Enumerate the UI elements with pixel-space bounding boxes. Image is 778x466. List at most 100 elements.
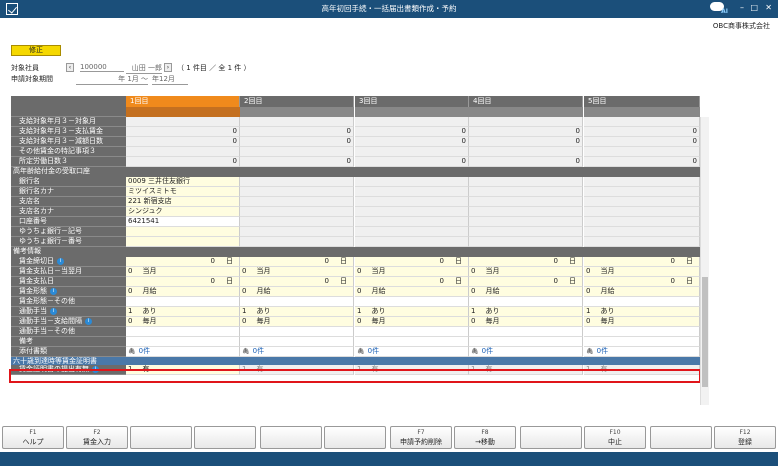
grid-cell[interactable] [240, 217, 354, 227]
column-header-1[interactable]: 1回目 [126, 96, 240, 107]
info-icon[interactable]: i [50, 288, 57, 295]
grid-cell[interactable] [126, 117, 240, 127]
grid-cell[interactable] [355, 337, 469, 347]
grid-cell[interactable]: 0 毎月 [355, 317, 469, 327]
grid-cell[interactable] [584, 237, 700, 247]
grid-cell[interactable]: 0 [469, 127, 583, 137]
grid-cell[interactable] [469, 327, 583, 337]
grid-cell[interactable]: 0 [355, 157, 469, 167]
grid-cell[interactable]: 0 [584, 137, 700, 147]
attachment-link[interactable]: 0件 [597, 347, 608, 355]
grid-cell[interactable] [240, 197, 354, 207]
column-header-5[interactable]: 5回目 [584, 96, 700, 107]
fkey-f10-button[interactable]: F10 中止 [584, 426, 646, 449]
grid-cell[interactable] [126, 297, 240, 307]
grid-cell[interactable]: 1 あり [355, 307, 469, 317]
grid-cell[interactable]: 0009 三井住友銀行 [126, 177, 240, 187]
fkey-empty-button[interactable] [520, 426, 582, 449]
fkey-f12-button[interactable]: F12 登録 [714, 426, 776, 449]
grid-cell[interactable] [584, 117, 700, 127]
column-header-2[interactable]: 2回目 [240, 96, 354, 107]
grid-cell[interactable]: 0日 [126, 257, 240, 267]
grid-cell[interactable]: 0 当月 [584, 267, 700, 277]
grid-cell[interactable]: 0 [469, 157, 583, 167]
grid-cell[interactable] [469, 297, 583, 307]
fkey-f7-button[interactable]: F7 申請予約削除 [390, 426, 452, 449]
maximize-icon[interactable]: □ [750, 3, 758, 12]
fkey-empty-button[interactable] [260, 426, 322, 449]
grid-cell[interactable]: シンジュク [126, 207, 240, 217]
grid-cell[interactable]: 0 [355, 127, 469, 137]
grid-cell[interactable] [240, 237, 354, 247]
grid-cell[interactable] [240, 227, 354, 237]
close-icon[interactable]: ✕ [765, 3, 772, 12]
grid-cell[interactable] [126, 327, 240, 337]
grid-cell[interactable] [584, 177, 700, 187]
attachment-link[interactable]: 0件 [253, 347, 264, 355]
grid-cell[interactable] [126, 337, 240, 347]
employee-code[interactable]: 100000 [80, 63, 124, 72]
grid-cell[interactable] [355, 217, 469, 227]
grid-cell[interactable] [469, 337, 583, 347]
grid-cell[interactable] [584, 227, 700, 237]
grid-cell[interactable] [584, 297, 700, 307]
grid-cell[interactable]: ミツイスミトモ [126, 187, 240, 197]
fkey-f2-button[interactable]: F2 賃金入力 [66, 426, 128, 449]
grid-cell[interactable]: 0 月給 [240, 287, 354, 297]
info-icon[interactable]: i [85, 318, 92, 325]
grid-cell[interactable]: 0 [240, 127, 354, 137]
edit-mode-button[interactable]: 修正 [11, 45, 61, 56]
grid-cell[interactable]: 0 [584, 157, 700, 167]
grid-cell[interactable]: 🖇 0件 [469, 347, 583, 357]
grid-cell[interactable] [469, 147, 583, 157]
grid-cell[interactable]: 0 月給 [584, 287, 700, 297]
attachment-link[interactable]: 0件 [139, 347, 150, 355]
grid-cell[interactable]: 0 毎月 [584, 317, 700, 327]
grid-cell[interactable] [355, 117, 469, 127]
grid-cell[interactable]: 0 [240, 137, 354, 147]
attachment-link[interactable]: 0件 [368, 347, 379, 355]
grid-cell[interactable]: 0日 [469, 277, 583, 287]
fkey-empty-button[interactable] [324, 426, 386, 449]
grid-cell[interactable]: 0日 [240, 277, 354, 287]
grid-cell[interactable]: 0 毎月 [240, 317, 354, 327]
fkey-empty-button[interactable] [194, 426, 256, 449]
grid-cell[interactable]: 0 [126, 127, 240, 137]
grid-cell[interactable]: 🖇 0件 [240, 347, 354, 357]
grid-cell[interactable] [469, 217, 583, 227]
grid-cell[interactable]: 0日 [126, 277, 240, 287]
period-from[interactable]: 年 1月 ～ [76, 74, 148, 85]
grid-cell[interactable] [240, 147, 354, 157]
grid-cell[interactable] [240, 297, 354, 307]
grid-cell[interactable] [240, 327, 354, 337]
grid-cell[interactable]: 0 毎月 [469, 317, 583, 327]
grid-cell[interactable] [355, 197, 469, 207]
grid-cell[interactable] [584, 197, 700, 207]
grid-cell[interactable]: 0 [126, 157, 240, 167]
grid-cell[interactable] [240, 177, 354, 187]
grid-cell[interactable] [469, 207, 583, 217]
grid-cell[interactable] [126, 237, 240, 247]
info-icon[interactable]: i [57, 258, 64, 265]
grid-cell[interactable] [584, 217, 700, 227]
grid-cell[interactable] [240, 337, 354, 347]
grid-cell[interactable] [355, 177, 469, 187]
column-header-3[interactable]: 3回目 [355, 96, 469, 107]
prev-employee-button[interactable]: ‹ [66, 63, 74, 72]
grid-cell[interactable] [126, 227, 240, 237]
grid-cell[interactable] [240, 117, 354, 127]
grid-cell[interactable]: 0 当月 [126, 267, 240, 277]
grid-cell[interactable]: 0 月給 [469, 287, 583, 297]
grid-cell[interactable] [355, 327, 469, 337]
grid-cell[interactable] [584, 187, 700, 197]
grid-cell[interactable]: 0日 [469, 257, 583, 267]
grid-cell[interactable] [584, 207, 700, 217]
grid-cell[interactable]: 0 [126, 137, 240, 147]
grid-cell[interactable] [584, 337, 700, 347]
grid-cell[interactable]: 0日 [355, 277, 469, 287]
grid-cell[interactable] [126, 147, 240, 157]
grid-cell[interactable]: 1 あり [469, 307, 583, 317]
grid-cell[interactable]: 0日 [240, 257, 354, 267]
attachment-link[interactable]: 0件 [482, 347, 493, 355]
grid-cell[interactable]: 0 当月 [355, 267, 469, 277]
